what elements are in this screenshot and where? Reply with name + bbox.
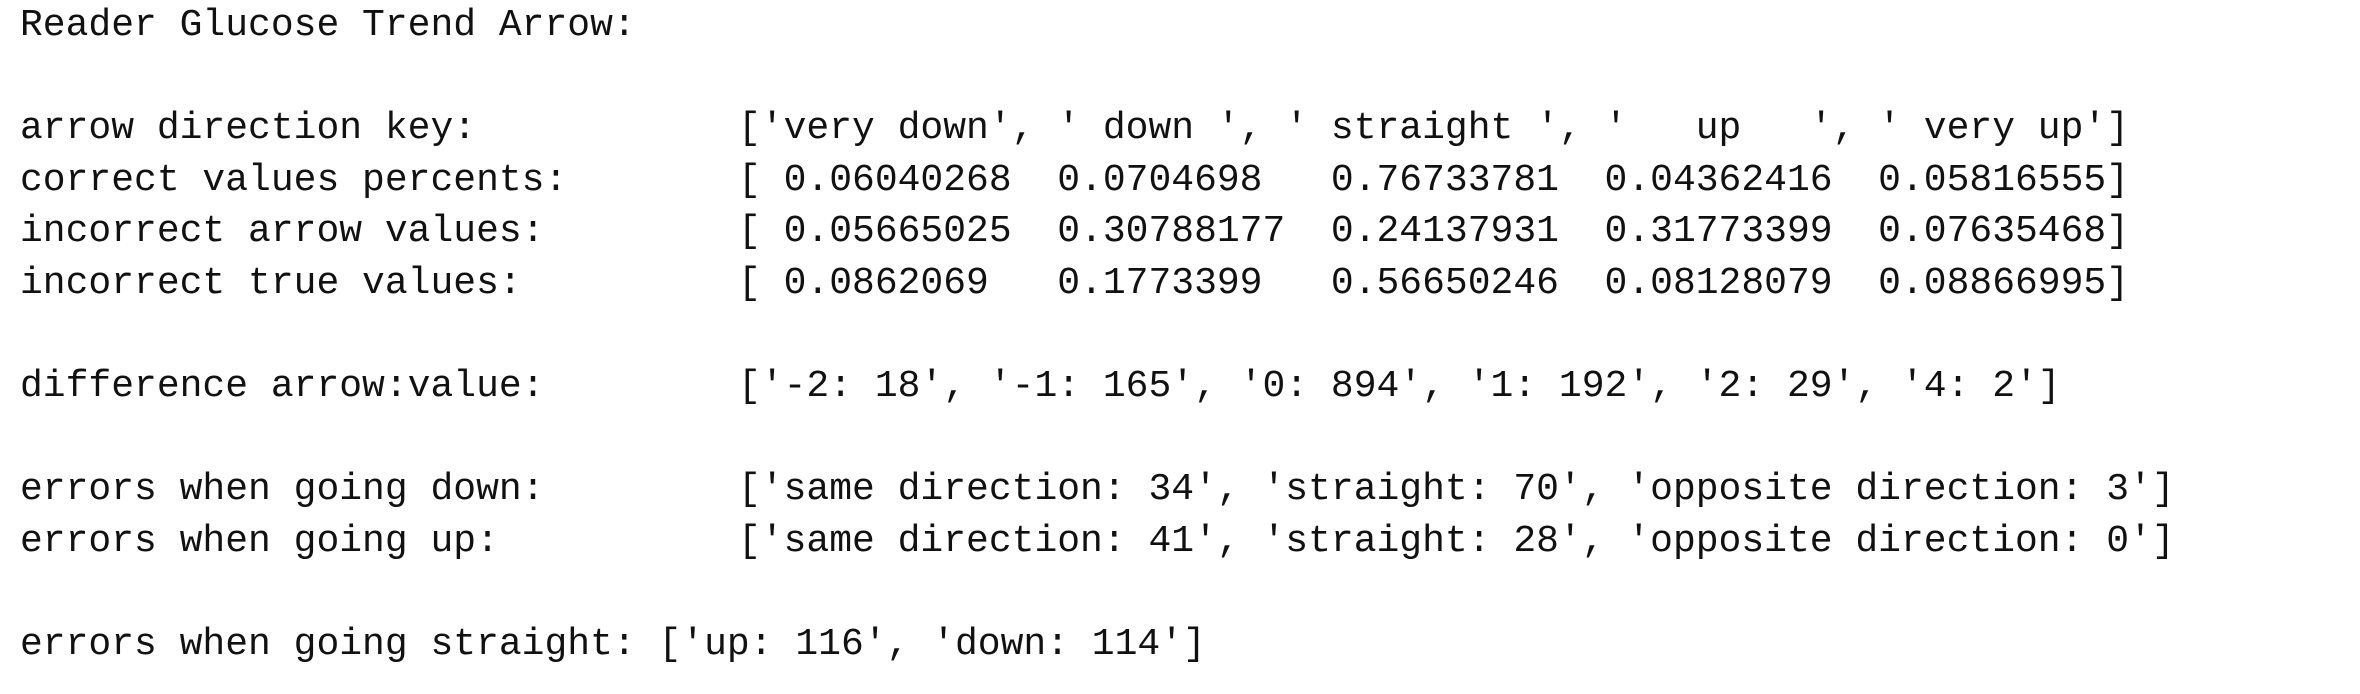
row-label: correct values percents: — [20, 158, 568, 202]
row-correct-values-percents: correct values percents: [ 0.06040268 0.0… — [20, 155, 2350, 207]
row-value: [ 0.0862069 0.1773399 0.56650246 0.08128… — [738, 261, 2130, 305]
row-difference-arrow-value: difference arrow:value: ['-2: 18', '-1: 1… — [20, 361, 2350, 413]
row-errors-going-straight: errors when going straight: ['up: 116', … — [20, 619, 2350, 671]
row-value: [ 0.05665025 0.30788177 0.24137931 0.317… — [738, 210, 2130, 254]
row-value: ['up: 116', 'down: 114'] — [658, 623, 1206, 667]
row-label: errors when going up: — [20, 519, 499, 563]
row-value: [ 0.06040268 0.0704698 0.76733781 0.0436… — [738, 158, 2130, 202]
row-incorrect-true-values: incorrect true values: [ 0.0862069 0.1773… — [20, 258, 2350, 310]
console-output: Reader Glucose Trend Arrow: arrow direct… — [20, 0, 2350, 694]
row-label: incorrect arrow values: — [20, 210, 545, 254]
output-title: Reader Glucose Trend Arrow: — [20, 4, 636, 47]
row-arrow-direction-key: arrow direction key: ['very down', ' down… — [20, 103, 2350, 155]
row-label: incorrect true values: — [20, 261, 522, 305]
row-value: ['same direction: 41', 'straight: 28', '… — [738, 519, 2175, 563]
row-value: ['very down', ' down ', ' straight ', ' … — [738, 107, 2130, 151]
row-label: difference arrow:value: — [20, 365, 545, 409]
row-value: ['-2: 18', '-1: 165', '0: 894', '1: 192'… — [738, 365, 2061, 409]
row-incorrect-arrow-values: incorrect arrow values: [ 0.05665025 0.30… — [20, 206, 2350, 258]
row-errors-going-up: errors when going up: ['same direction: 4… — [20, 516, 2350, 568]
row-label: arrow direction key: — [20, 107, 477, 151]
row-errors-going-down: errors when going down: ['same direction:… — [20, 464, 2350, 516]
row-label: errors when going straight: — [20, 623, 636, 667]
row-label: errors when going down: — [20, 468, 545, 512]
row-value-separator — [636, 623, 659, 666]
row-value: ['same direction: 34', 'straight: 70', '… — [738, 468, 2175, 512]
